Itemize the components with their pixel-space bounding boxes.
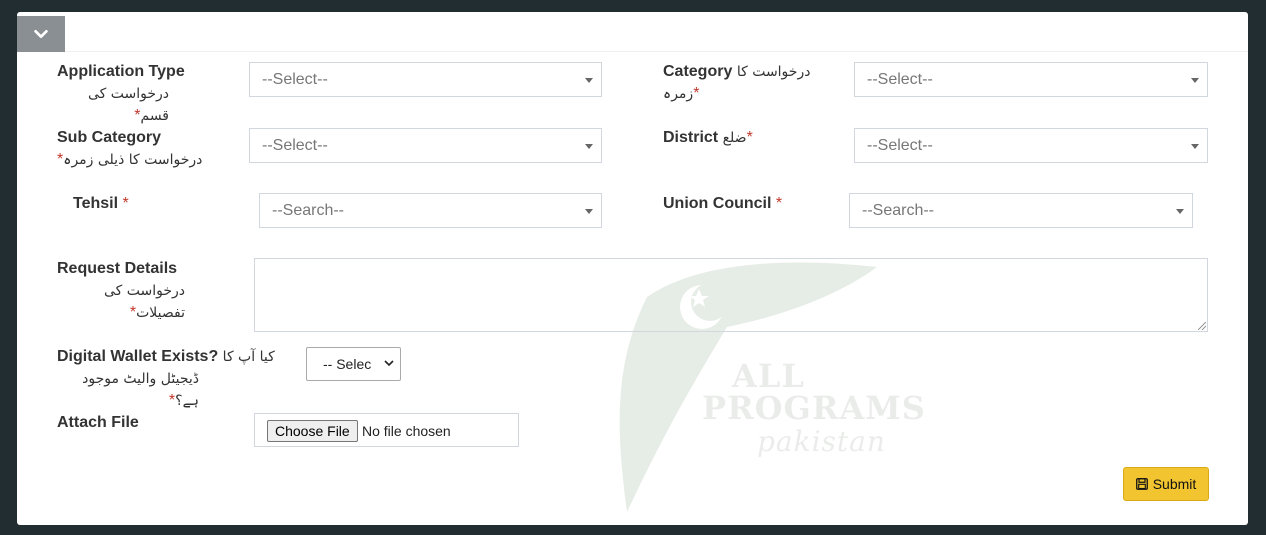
form-card: ALL PROGRAMS pakistan Application Type د… — [17, 12, 1248, 525]
tehsil-select-value: --Search-- — [272, 202, 345, 219]
save-icon — [1135, 478, 1148, 490]
sub-category-select[interactable]: --Select-- — [249, 128, 602, 163]
union-council-select-value: --Search-- — [862, 202, 935, 219]
digital-wallet-label: Digital Wallet Exists? کیا آپ کا ڈیجیٹل … — [57, 346, 277, 412]
digital-wallet-text: Digital Wallet Exists? — [57, 348, 219, 365]
category-text: Category — [663, 63, 733, 80]
caret-down-icon — [1191, 144, 1199, 149]
sub-category-text: Sub Category — [57, 129, 162, 146]
union-council-select[interactable]: --Search-- — [849, 193, 1193, 228]
request-details-text: Request Details — [57, 260, 178, 277]
submit-label: Submit — [1152, 476, 1197, 492]
district-text: District — [663, 129, 719, 146]
digital-wallet-select-value: -- Selec — [323, 356, 372, 372]
collapse-button[interactable] — [17, 16, 65, 52]
application-type-label: Application Type درخواست کی قسم* — [57, 61, 237, 127]
sub-category-select-value: --Select-- — [262, 137, 328, 154]
caret-down-icon — [1191, 78, 1199, 83]
tehsil-text: Tehsil — [73, 195, 119, 212]
category-label: Category درخواست کا زمرہ* — [663, 61, 823, 105]
district-label: District ضلع* — [663, 127, 823, 149]
required-marker: * — [693, 85, 700, 102]
request-details-urdu: درخواست کی تفصیلات — [103, 283, 185, 321]
caret-down-icon — [585, 209, 593, 214]
required-marker: * — [122, 195, 129, 212]
caret-down-icon — [1176, 209, 1184, 214]
chevron-down-icon — [34, 29, 48, 39]
application-type-select-value: --Select-- — [262, 71, 328, 88]
watermark-line-2: PROGRAMS — [702, 389, 926, 427]
submit-button[interactable]: Submit — [1123, 467, 1209, 501]
attach-file-label: Attach File — [57, 414, 139, 431]
request-details-textarea[interactable] — [254, 258, 1208, 332]
choose-file-button[interactable]: Choose File — [267, 420, 358, 442]
required-marker: * — [746, 129, 753, 146]
file-status-text: No file chosen — [362, 423, 451, 439]
caret-down-icon — [585, 144, 593, 149]
union-council-text: Union Council — [663, 195, 772, 212]
district-urdu: ضلع — [722, 130, 747, 146]
tehsil-select[interactable]: --Search-- — [259, 193, 602, 228]
watermark-line-3: pakistan — [757, 425, 886, 458]
category-select-value: --Select-- — [867, 71, 933, 88]
tehsil-label: Tehsil * — [73, 193, 193, 215]
card-header — [17, 12, 1248, 52]
district-select-value: --Select-- — [867, 137, 933, 154]
file-input[interactable]: Choose File No file chosen — [254, 413, 519, 447]
digital-wallet-urdu-1: کیا آپ کا — [222, 349, 275, 365]
union-council-label: Union Council * — [663, 193, 823, 215]
watermark-line-1: ALL — [732, 357, 805, 395]
required-marker: * — [775, 195, 783, 212]
category-select[interactable]: --Select-- — [854, 62, 1208, 97]
caret-down-icon — [585, 78, 593, 83]
application-type-text: Application Type — [57, 63, 185, 80]
resize-handle-icon[interactable] — [1198, 322, 1206, 330]
chevron-down-icon — [384, 360, 394, 367]
district-select[interactable]: --Select-- — [854, 128, 1208, 163]
sub-category-urdu: درخواست کا ذیلی زمرہ — [63, 152, 203, 168]
application-type-select[interactable]: --Select-- — [249, 62, 602, 97]
digital-wallet-select[interactable]: -- Selec — [306, 347, 401, 381]
request-details-label: Request Details درخواست کی تفصیلات* — [57, 258, 237, 324]
application-type-urdu: درخواست کی قسم — [87, 86, 169, 124]
digital-wallet-urdu-2: ڈیجیٹل والیٹ موجود ہے؟ — [82, 371, 199, 409]
sub-category-label: Sub Category درخواست کا ذیلی زمرہ* — [57, 127, 232, 171]
